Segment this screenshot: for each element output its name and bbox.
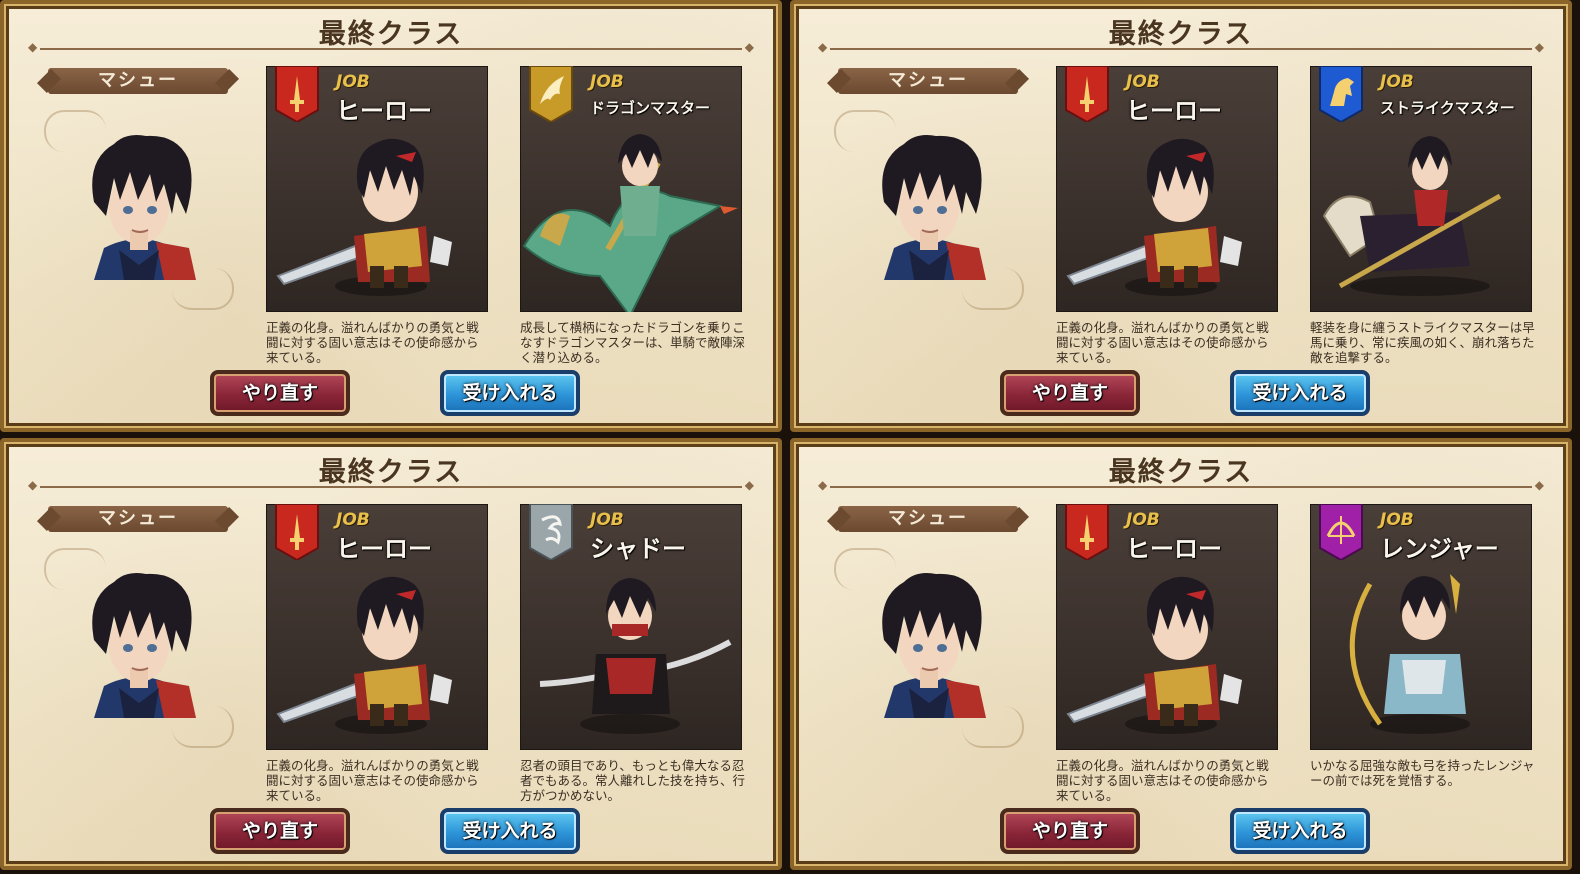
character-portrait-frame xyxy=(834,542,1024,752)
redo-button[interactable]: やり直す xyxy=(1000,370,1140,416)
title-divider xyxy=(28,40,754,54)
character-name-tag: マシュー xyxy=(48,68,228,94)
next-job-card: JOB ドラゴンマスター xyxy=(520,66,742,312)
next-job-description: 成長して横柄になったドラゴンを乗りこなすドラゴンマスターは、単騎で敵陣深く潜り込… xyxy=(520,320,746,365)
character-name-tag: マシュー xyxy=(838,68,1018,94)
next-job-description: 忍者の頭目であり、もっとも偉大なる忍者でもある。常人離れした技を持ち、行方がつか… xyxy=(520,758,746,803)
redo-button[interactable]: やり直す xyxy=(210,808,350,854)
current-job-description: 正義の化身。溢れんばかりの勇気と戦闘に対する固い意志はその使命感から来ている。 xyxy=(1056,320,1269,365)
current-job-card: JOB ヒーロー xyxy=(266,504,488,750)
character-portrait-frame xyxy=(44,104,234,314)
bow-icon xyxy=(1319,504,1363,560)
current-job-description: 正義の化身。溢れんばかりの勇気と戦闘に対する固い意志はその使命感から来ている。 xyxy=(266,320,479,365)
hero-sprite xyxy=(266,554,488,750)
title-divider xyxy=(818,40,1544,54)
job-label: JOB xyxy=(336,72,370,92)
character-portrait xyxy=(854,568,1004,718)
character-portrait xyxy=(64,130,214,280)
strike-master-sprite xyxy=(1322,136,1502,296)
current-job-card: JOB ヒーロー xyxy=(266,66,488,312)
character-name-tag: マシュー xyxy=(838,506,1018,532)
job-label: JOB xyxy=(1126,510,1160,530)
character-portrait-frame xyxy=(834,104,1024,314)
horse-icon xyxy=(1319,66,1363,122)
character-portrait xyxy=(854,130,1004,280)
sword-icon xyxy=(1065,504,1109,560)
redo-button[interactable]: やり直す xyxy=(210,370,350,416)
current-job-description: 正義の化身。溢れんばかりの勇気と戦闘に対する固い意志はその使命感から来ている。 xyxy=(266,758,479,803)
next-job-card: JOB シャドー xyxy=(520,504,742,750)
accept-button[interactable]: 受け入れる xyxy=(440,370,580,416)
next-job-description: 軽装を身に纏うストライクマスターは早馬に乗り、常に疾風の如く、崩れ落ちた敵を追撃… xyxy=(1310,320,1535,365)
panel-title: 最終クラス xyxy=(1108,457,1254,488)
next-job-card: JOB レンジャー xyxy=(1310,504,1532,750)
panel-title: 最終クラス xyxy=(318,19,464,50)
job-label: JOB xyxy=(1126,72,1160,92)
sword-icon xyxy=(275,66,319,122)
hero-sprite xyxy=(1056,116,1278,312)
class-change-panel-3: 最終クラス マシュー JOB ヒーロー JOB シャドー xyxy=(0,438,782,870)
class-change-panel-2: 最終クラス マシュー JOB ヒーロー JOB ストライクマスター xyxy=(790,0,1572,432)
current-job-card: JOB ヒーロー xyxy=(1056,504,1278,750)
job-name: ストライクマスター xyxy=(1380,99,1515,117)
character-portrait xyxy=(64,568,214,718)
current-job-description: 正義の化身。溢れんばかりの勇気と戦闘に対する固い意志はその使命感から来ている。 xyxy=(1056,758,1269,803)
title-divider xyxy=(818,478,1544,492)
class-change-panel-4: 最終クラス マシュー JOB ヒーロー JOB レンジャー xyxy=(790,438,1572,870)
job-name: ドラゴンマスター xyxy=(590,99,711,117)
accept-button[interactable]: 受け入れる xyxy=(1230,370,1370,416)
next-job-card: JOB ストライクマスター xyxy=(1310,66,1532,312)
job-label: JOB xyxy=(1380,510,1414,530)
accept-button[interactable]: 受け入れる xyxy=(440,808,580,854)
accept-button[interactable]: 受け入れる xyxy=(1230,808,1370,854)
title-divider xyxy=(28,478,754,492)
current-job-card: JOB ヒーロー xyxy=(1056,66,1278,312)
panel-title: 最終クラス xyxy=(318,457,464,488)
next-job-description: いかなる屈強な敵も弓を持ったレンジャーの前では死を覚悟する。 xyxy=(1310,758,1535,788)
redo-button[interactable]: やり直す xyxy=(1000,808,1140,854)
dragon-master-sprite xyxy=(522,134,738,312)
shadow-sprite xyxy=(539,578,732,734)
sword-icon xyxy=(275,504,319,560)
sword-icon xyxy=(1065,66,1109,122)
ranger-sprite xyxy=(1349,574,1470,734)
hero-sprite xyxy=(1056,554,1278,750)
job-label: JOB xyxy=(336,510,370,530)
shadow-icon xyxy=(529,504,573,560)
job-label: JOB xyxy=(590,72,624,92)
job-label: JOB xyxy=(1380,72,1414,92)
character-portrait-frame xyxy=(44,542,234,752)
hero-sprite xyxy=(266,116,488,312)
class-change-panel-1: 最終クラス マシュー JOB ヒーロー JOB ドラゴンマスター xyxy=(0,0,782,432)
panel-title: 最終クラス xyxy=(1108,19,1254,50)
job-label: JOB xyxy=(590,510,624,530)
character-name-tag: マシュー xyxy=(48,506,228,532)
wing-icon xyxy=(529,66,573,122)
